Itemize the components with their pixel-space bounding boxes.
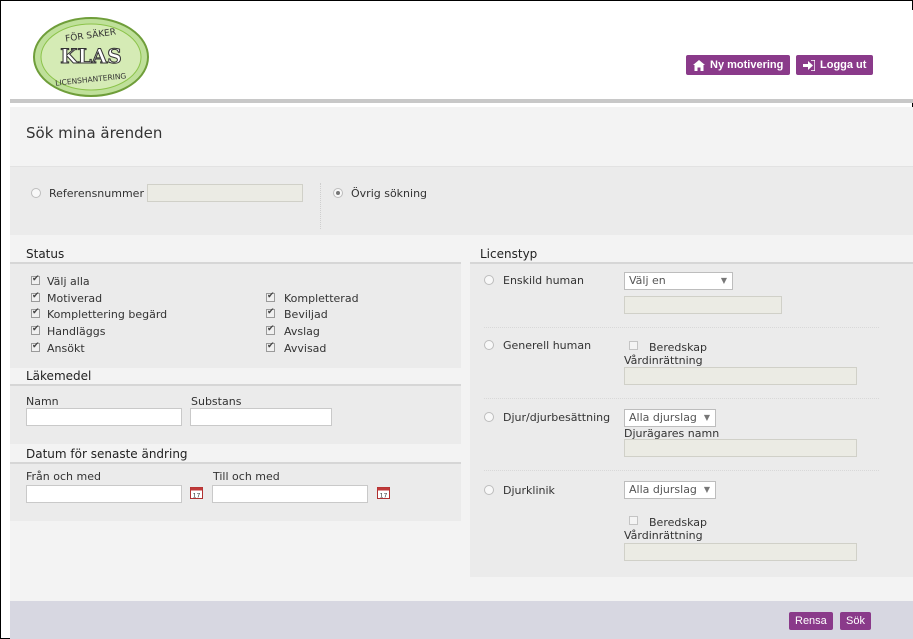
status-label: Kompletterad: [284, 292, 359, 305]
owner-input[interactable]: [624, 439, 857, 457]
divider: [320, 183, 321, 229]
djurklinik-select-value: Alla djurslag: [629, 483, 697, 496]
generell-human-radio[interactable]: [484, 340, 494, 350]
djurklinik-vardinrattning-input[interactable]: [624, 543, 857, 561]
generell-beredskap-checkbox[interactable]: [629, 341, 638, 350]
other-search-label: Övrig sökning: [351, 187, 428, 200]
new-motivation-button[interactable]: Ny motivering: [686, 55, 791, 75]
djur-radio[interactable]: [484, 412, 494, 422]
status-checkbox[interactable]: [31, 341, 40, 352]
djurklinik-radio[interactable]: [484, 485, 494, 495]
chevron-down-icon: ▼: [720, 276, 727, 285]
logout-icon: [803, 59, 815, 71]
generell-vardinrattning-input[interactable]: [624, 367, 857, 385]
generell-human-label: Generell human: [503, 339, 592, 352]
logout-label: Logga ut: [820, 59, 867, 71]
djurklinik-select[interactable]: Alla djurslag ▼: [624, 481, 716, 499]
reference-input[interactable]: [147, 184, 303, 202]
footer-bar: [10, 601, 913, 639]
status-checkbox[interactable]: [31, 291, 40, 302]
chevron-down-icon: ▼: [703, 413, 710, 422]
clear-button[interactable]: Rensa: [789, 612, 833, 630]
from-date-input[interactable]: [26, 485, 182, 503]
divider: [484, 470, 879, 471]
enskild-input[interactable]: [624, 296, 782, 314]
status-checkbox[interactable]: [266, 307, 275, 318]
status-checkbox[interactable]: [266, 341, 275, 352]
name-input[interactable]: [26, 408, 182, 426]
enskild-human-label: Enskild human: [503, 274, 584, 287]
djur-select-value: Alla djurslag: [629, 411, 697, 424]
home-icon: [693, 59, 705, 71]
lakemedel-heading: Läkemedel: [26, 369, 92, 383]
calendar-icon[interactable]: 17: [377, 486, 390, 499]
status-label: Beviljad: [284, 308, 328, 321]
divider: [484, 327, 879, 328]
enskild-human-radio[interactable]: [484, 275, 494, 285]
djur-select[interactable]: Alla djurslag ▼: [624, 409, 716, 427]
page-title: Sök mina ärenden: [26, 124, 163, 142]
generell-beredskap-label: Beredskap: [649, 341, 707, 354]
date-heading: Datum för senaste ändring: [26, 447, 188, 461]
divider: [484, 398, 879, 399]
reference-label: Referensnummer: [49, 187, 144, 200]
reference-radio[interactable]: [31, 188, 41, 198]
from-label: Från och med: [26, 470, 101, 483]
status-checkbox[interactable]: [31, 307, 40, 318]
enskild-select-value: Välj en: [629, 274, 666, 287]
generell-vardinrattning-label: Vårdinrättning: [624, 354, 703, 367]
djurklinik-beredskap-checkbox[interactable]: [629, 516, 638, 525]
svg-text:KLAS: KLAS: [60, 44, 121, 68]
klas-logo[interactable]: FÖR SÄKER KLAS LICENSHANTERING: [32, 16, 150, 98]
djurklinik-label: Djurklinik: [503, 484, 555, 497]
svg-text:17: 17: [193, 493, 201, 500]
status-checkbox[interactable]: [266, 324, 275, 335]
select-all-checkbox[interactable]: [31, 274, 40, 285]
substance-label: Substans: [191, 395, 242, 408]
name-label: Namn: [26, 395, 59, 408]
chevron-down-icon: ▼: [703, 485, 710, 494]
status-label: Komplettering begärd: [47, 308, 168, 321]
djur-label: Djur/djurbesättning: [503, 411, 611, 424]
search-type-bar: [10, 167, 913, 235]
status-label: Motiverad: [47, 292, 103, 305]
search-button[interactable]: Sök: [840, 612, 871, 630]
new-motivation-label: Ny motivering: [710, 59, 784, 71]
status-heading: Status: [26, 247, 65, 261]
status-checkbox[interactable]: [31, 324, 40, 335]
logout-button[interactable]: Logga ut: [796, 55, 874, 75]
licenstyp-heading: Licenstyp: [480, 247, 538, 261]
status-label: Avslag: [284, 325, 320, 338]
enskild-select[interactable]: Välj en ▼: [624, 272, 733, 290]
djurklinik-vardinrattning-label: Vårdinrättning: [624, 529, 703, 542]
substance-input[interactable]: [190, 408, 332, 426]
to-date-input[interactable]: [212, 485, 368, 503]
status-checkbox[interactable]: [266, 291, 275, 302]
other-search-radio[interactable]: [333, 188, 343, 198]
calendar-icon[interactable]: 17: [190, 486, 203, 499]
status-label: Avvisad: [284, 342, 327, 355]
status-label: Handläggs: [47, 325, 106, 338]
djurklinik-beredskap-label: Beredskap: [649, 516, 707, 529]
header: FÖR SÄKER KLAS LICENSHANTERING Ny motive…: [10, 10, 913, 103]
select-all-label: Välj alla: [47, 275, 90, 288]
svg-text:17: 17: [380, 493, 388, 500]
status-label: Ansökt: [47, 342, 85, 355]
to-label: Till och med: [213, 470, 280, 483]
